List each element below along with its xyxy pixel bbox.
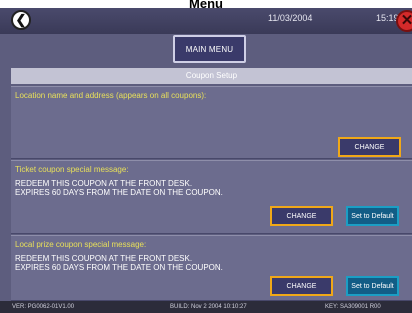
change-location-button[interactable]: CHANGE	[338, 137, 401, 157]
message-line: EXPIRES 60 DAYS FROM THE DATE ON THE COU…	[15, 263, 223, 272]
prize-default-button[interactable]: Set to Default	[346, 276, 399, 296]
close-button[interactable]: ✕	[396, 10, 412, 32]
build-text: BUILD: Nov 2 2004 10:10:27	[170, 304, 247, 310]
message-line: REDEEM THIS COUPON AT THE FRONT DESK.	[15, 254, 193, 263]
prize-message-text: REDEEM THIS COUPON AT THE FRONT DESK. EX…	[15, 254, 223, 272]
status-footer: VER: PG0062-01V1.00 BUILD: Nov 2 2004 10…	[0, 301, 412, 313]
change-ticket-message-button[interactable]: CHANGE	[270, 206, 333, 226]
section-title: Coupon Setup	[11, 68, 412, 84]
chevron-left-icon: ❮	[15, 12, 27, 27]
ticket-default-button[interactable]: Set to Default	[346, 206, 399, 226]
panel-title: Ticket coupon special message:	[15, 165, 129, 174]
ticket-message-text: REDEEM THIS COUPON AT THE FRONT DESK. EX…	[15, 179, 223, 197]
back-button[interactable]: ❮	[11, 10, 31, 30]
message-line: EXPIRES 60 DAYS FROM THE DATE ON THE COU…	[15, 188, 223, 197]
location-panel: Location name and address (appears on al…	[11, 86, 412, 159]
panel-title: Location name and address (appears on al…	[15, 91, 207, 100]
prize-message-panel: Local prize coupon special message: REDE…	[11, 235, 412, 301]
main-menu-button[interactable]: MAIN MENU	[173, 35, 246, 63]
key-text: KEY: SA309001 R00	[325, 304, 381, 310]
close-icon: ✕	[400, 12, 412, 29]
ticket-message-panel: Ticket coupon special message: REDEEM TH…	[11, 160, 412, 234]
change-prize-message-button[interactable]: CHANGE	[270, 276, 333, 296]
kiosk-screen: ❮ 11/03/2004 15:19 ✕ MAIN MENU Coupon Se…	[0, 8, 412, 313]
date-display: 11/03/2004	[268, 13, 313, 23]
panel-title: Local prize coupon special message:	[15, 240, 147, 249]
version-text: VER: PG0062-01V1.00	[12, 304, 75, 310]
top-bar: ❮ 11/03/2004 15:19 ✕	[0, 8, 412, 34]
message-line: REDEEM THIS COUPON AT THE FRONT DESK.	[15, 179, 193, 188]
